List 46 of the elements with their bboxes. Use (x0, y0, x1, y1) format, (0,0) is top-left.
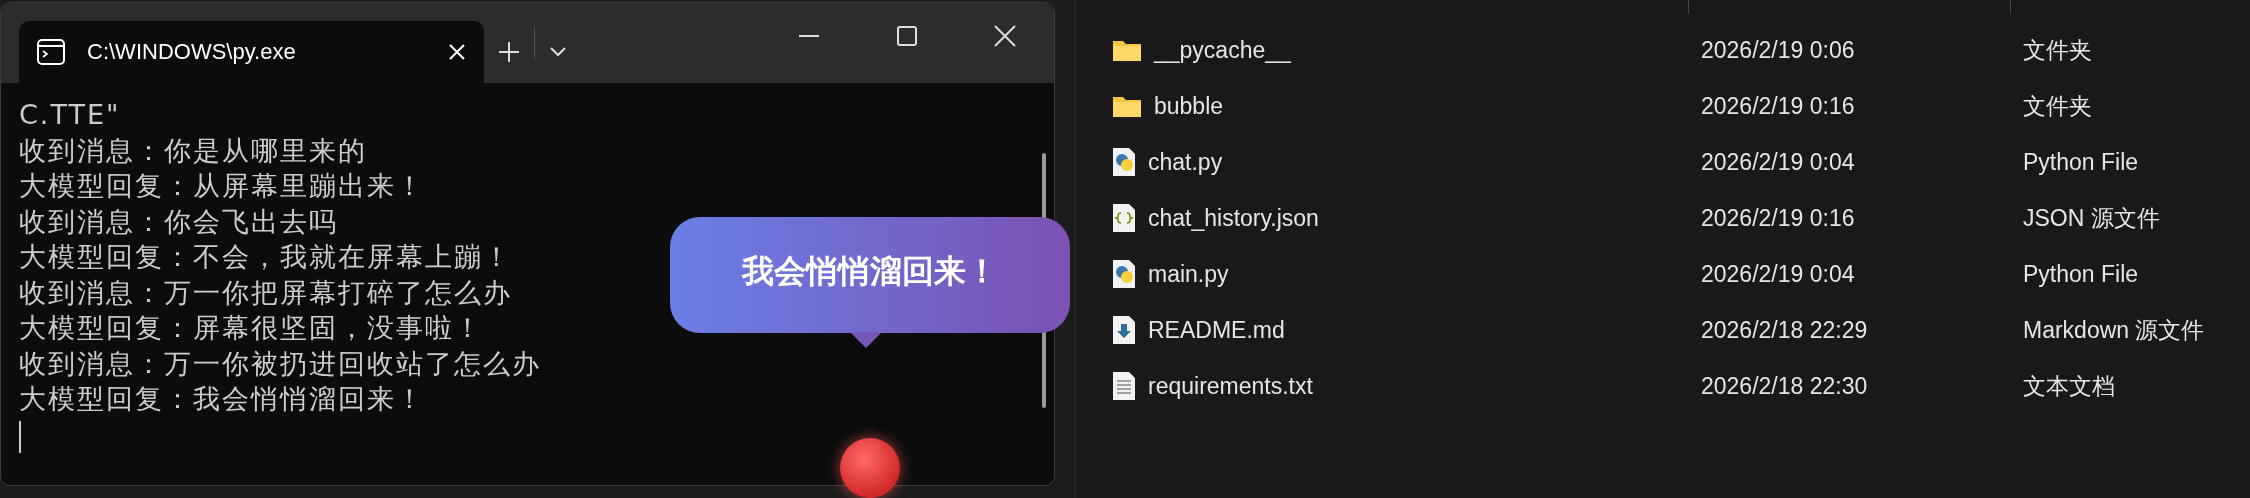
console-line: C.TTE" (19, 98, 121, 132)
file-name[interactable]: __pycache__ (1154, 36, 1291, 64)
date-modified: 2026/2/19 0:04 (1701, 148, 1856, 176)
console-line: 大模型回复：从屏幕里蹦出来！ (19, 169, 425, 203)
file-name[interactable]: chat.py (1148, 148, 1223, 176)
date-modified: 2026/2/19 0:06 (1701, 36, 1856, 64)
python-file-icon (1112, 147, 1136, 177)
console-line: 收到消息：万一你被扔进回收站了怎么办 (19, 346, 541, 381)
file-name[interactable]: chat_history.json (1148, 204, 1319, 232)
file-name[interactable]: README.md (1148, 316, 1285, 344)
console-line: 收到消息：万一你把屏幕打碎了怎么办 (19, 275, 512, 310)
file-name[interactable]: bubble (1154, 92, 1224, 120)
chevron-down-icon[interactable] (549, 46, 567, 58)
text-cursor (19, 420, 21, 453)
file-type: JSON 源文件 (2023, 203, 2161, 233)
console-line: 大模型回复：不会，我就在屏幕上蹦！ (19, 240, 512, 274)
bubble-tail (850, 332, 882, 350)
folder-icon (1112, 38, 1142, 62)
markdown-file-icon (1112, 315, 1136, 345)
console-icon (37, 39, 65, 65)
file-name[interactable]: requirements.txt (1148, 372, 1313, 400)
terminal-tab[interactable]: C:\WINDOWS\py.exe (19, 21, 484, 83)
json-file-icon (1112, 203, 1136, 233)
file-type: Python File (2023, 148, 2140, 176)
file-type: 文件夹 (2023, 35, 2093, 65)
python-file-icon (1112, 259, 1136, 289)
console-line: 大模型回复：屏幕很坚固，没事啦！ (19, 311, 483, 345)
file-name[interactable]: main.py (1148, 260, 1229, 288)
text-file-icon (1112, 371, 1136, 401)
file-type: 文件夹 (2023, 91, 2093, 121)
date-modified: 2026/2/19 0:16 (1701, 92, 1856, 120)
file-type: Markdown 源文件 (2023, 315, 2206, 345)
console-line: 大模型回复：我会悄悄溜回来！ (19, 382, 425, 416)
close-icon[interactable] (448, 43, 466, 61)
date-modified: 2026/2/19 0:16 (1701, 204, 1856, 232)
folder-icon (1112, 94, 1142, 118)
date-modified: 2026/2/18 22:29 (1701, 316, 1869, 344)
tab-title: C:\WINDOWS\py.exe (87, 39, 297, 65)
console-line: 收到消息：你是从哪里来的 (19, 133, 367, 168)
date-modified: 2026/2/19 0:04 (1701, 260, 1856, 288)
plus-icon[interactable] (498, 41, 520, 63)
bubble-text: 我会悄悄溜回来！ (742, 251, 998, 292)
date-modified: 2026/2/18 22:30 (1701, 372, 1869, 400)
file-type: 文本文档 (2023, 371, 2116, 401)
console-line: 收到消息：你会飞出去吗 (19, 204, 338, 239)
file-type: Python File (2023, 260, 2140, 288)
